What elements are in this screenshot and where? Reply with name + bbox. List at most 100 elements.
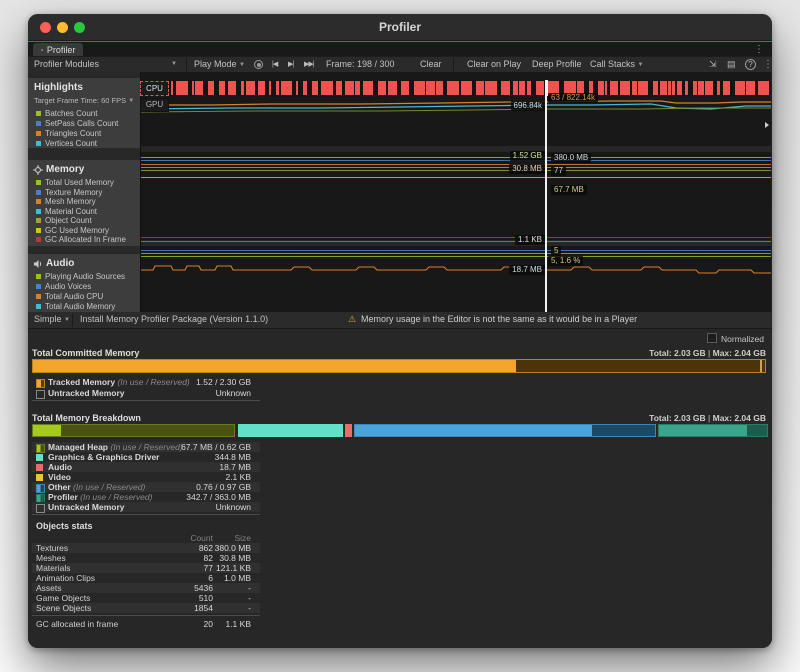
chart-scroll-arrow[interactable] — [765, 122, 769, 128]
objects-stats-title: Objects stats — [36, 521, 93, 531]
legend-row-other[interactable]: Other (In use / Reserved) 0.76 / 0.97 GB — [32, 482, 260, 492]
untracked-memory-swatch — [36, 390, 45, 399]
play-mode-dropdown[interactable]: Play Mode ▼ — [194, 57, 245, 72]
clear-button[interactable]: Clear — [420, 57, 442, 72]
table-row[interactable]: Textures862380.0 MB — [32, 543, 260, 553]
mesh-memory-label: 30.8 MB — [509, 164, 545, 174]
gpu-lane-chip[interactable]: GPU — [140, 98, 169, 112]
toolbar-menu-icon[interactable]: ⋮ — [763, 57, 772, 72]
table-row[interactable]: Assets5436- — [32, 583, 260, 593]
gc-allocated-row[interactable]: GC allocated in frame 20 1.1 KB — [32, 619, 260, 629]
cpu-lane-chip[interactable]: CPU — [140, 81, 169, 96]
segment-audio[interactable] — [345, 424, 352, 437]
series-swatch — [36, 228, 41, 233]
charts-canvas[interactable] — [140, 72, 771, 312]
table-row[interactable]: Materials77121.1 KB — [32, 563, 260, 573]
legend-item[interactable]: Total Used Memory — [36, 178, 114, 187]
speaker-icon — [33, 259, 43, 269]
view-mode-caret-icon: ▼ — [64, 317, 70, 323]
module-highlights[interactable]: Highlights Target Frame Time: 60 FPS ▼ B… — [28, 78, 140, 149]
tab-menu-icon[interactable]: ⋮ — [754, 43, 764, 57]
tab-strip: ◔Profiler ⋮ — [28, 41, 772, 57]
highlights-title: Highlights — [34, 82, 83, 93]
current-frame-button[interactable]: ▶▶| — [304, 57, 314, 72]
legend-row-untracked[interactable]: Untracked Memory Unknown — [32, 388, 260, 398]
legend-row-video[interactable]: Video 2.1 KB — [32, 472, 260, 482]
save-profile-icon[interactable]: ▤ — [727, 57, 736, 72]
series-swatch — [36, 180, 41, 185]
series-swatch — [36, 131, 41, 136]
window-title: Profiler — [28, 20, 772, 34]
clear-on-play-toggle[interactable]: Clear on Play — [467, 57, 521, 72]
legend-row-audio[interactable]: Audio 18.7 MB — [32, 462, 260, 472]
vertices-count-label: 696.84k — [511, 101, 545, 111]
legend-item[interactable]: GC Allocated In Frame — [36, 235, 126, 244]
play-mode-caret-icon: ▼ — [239, 62, 245, 68]
legend-item[interactable]: Material Count — [36, 207, 97, 216]
legend-row-tracked[interactable]: Tracked Memory (In use / Reserved) 1.52 … — [32, 377, 260, 387]
legend-item[interactable]: Total Audio Memory — [36, 302, 115, 311]
legend-row-untracked-breakdown[interactable]: Untracked Memory Unknown — [32, 502, 260, 512]
graphics-swatch — [36, 454, 43, 461]
record-button[interactable] — [254, 58, 263, 73]
normalized-toggle[interactable]: Normalized — [707, 333, 764, 344]
frame-time-caret-icon: ▼ — [128, 98, 134, 104]
gear-icon — [33, 165, 43, 175]
legend-item[interactable]: Triangles Count — [36, 129, 101, 138]
highlights-chart-lines — [141, 96, 771, 146]
segment-graphics[interactable] — [238, 424, 343, 437]
table-row[interactable]: Scene Objects1854- — [32, 603, 260, 613]
load-profile-icon[interactable]: ⇲ — [709, 57, 717, 72]
call-stacks-dropdown[interactable]: Call Stacks ▼ — [590, 57, 643, 72]
tab-profiler[interactable]: ◔Profiler — [33, 43, 83, 57]
segment-profiler[interactable] — [658, 424, 768, 437]
committed-memory-bar[interactable] — [32, 359, 766, 373]
audio-memory-label: 18.7 MB — [509, 265, 545, 275]
call-stacks-caret-icon: ▼ — [638, 62, 644, 68]
frame-counter: Frame: 198 / 300 — [326, 57, 395, 72]
memory-breakdown-bar[interactable] — [32, 424, 766, 437]
install-package-link[interactable]: Install Memory Profiler Package (Version… — [80, 312, 268, 327]
legend-item[interactable]: Batches Count — [36, 109, 97, 118]
legend-row-managed-heap[interactable]: Managed Heap (In use / Reserved) 67.7 MB… — [32, 442, 260, 452]
frame-time-bars[interactable] — [169, 80, 769, 96]
segment-managed-heap[interactable] — [32, 424, 235, 437]
legend-item[interactable]: GC Used Memory — [36, 226, 109, 235]
tab-label: Profiler — [47, 45, 76, 55]
series-swatch — [36, 141, 41, 146]
target-frame-time-dropdown[interactable]: Target Frame Time: 60 FPS ▼ — [34, 96, 134, 105]
gc-used-memory-label: 67.7 MB — [551, 185, 587, 195]
module-memory[interactable]: Memory Total Used Memory Texture Memory … — [28, 160, 140, 247]
next-frame-button[interactable]: ▶| — [288, 57, 293, 72]
selected-frame-playhead[interactable] — [545, 80, 547, 312]
legend-item[interactable]: SetPass Calls Count — [36, 119, 118, 128]
legend-item[interactable]: Vertices Count — [36, 139, 97, 148]
table-row[interactable]: Game Objects510- — [32, 593, 260, 603]
committed-inuse-segment — [33, 360, 516, 372]
table-row[interactable]: Animation Clips61.0 MB — [32, 573, 260, 583]
legend-item[interactable]: Total Audio CPU — [36, 292, 103, 301]
legend-item[interactable]: Playing Audio Sources — [36, 272, 125, 281]
module-audio[interactable]: Audio Playing Audio Sources Audio Voices… — [28, 254, 140, 313]
view-mode-dropdown[interactable]: Simple ▼ — [34, 312, 70, 327]
series-swatch — [36, 111, 41, 116]
total-used-memory-label: 1.52 GB — [510, 151, 545, 161]
legend-row-graphics[interactable]: Graphics & Graphics Driver 344.8 MB — [32, 452, 260, 462]
deep-profile-toggle[interactable]: Deep Profile — [532, 57, 582, 72]
previous-frame-button[interactable]: |◀ — [272, 57, 277, 72]
help-icon[interactable]: ? — [745, 57, 756, 72]
modules-caret-icon[interactable]: ▼ — [171, 57, 177, 72]
table-row[interactable]: Meshes8230.8 MB — [32, 553, 260, 563]
legend-row-profiler[interactable]: Profiler (In use / Reserved) 342.7 / 363… — [32, 492, 260, 502]
audio-chart-line — [141, 257, 771, 277]
legend-item[interactable]: Mesh Memory — [36, 197, 96, 206]
profiler-modules-dropdown[interactable]: Profiler Modules — [34, 57, 99, 72]
segment-other[interactable] — [354, 424, 656, 437]
legend-item[interactable]: Audio Voices — [36, 282, 91, 291]
audio-title: Audio — [46, 258, 74, 269]
memory-title: Memory — [46, 164, 84, 175]
legend-item[interactable]: Texture Memory — [36, 188, 102, 197]
legend-item[interactable]: Object Count — [36, 216, 92, 225]
record-icon — [254, 60, 263, 69]
normalized-checkbox[interactable] — [707, 333, 717, 343]
